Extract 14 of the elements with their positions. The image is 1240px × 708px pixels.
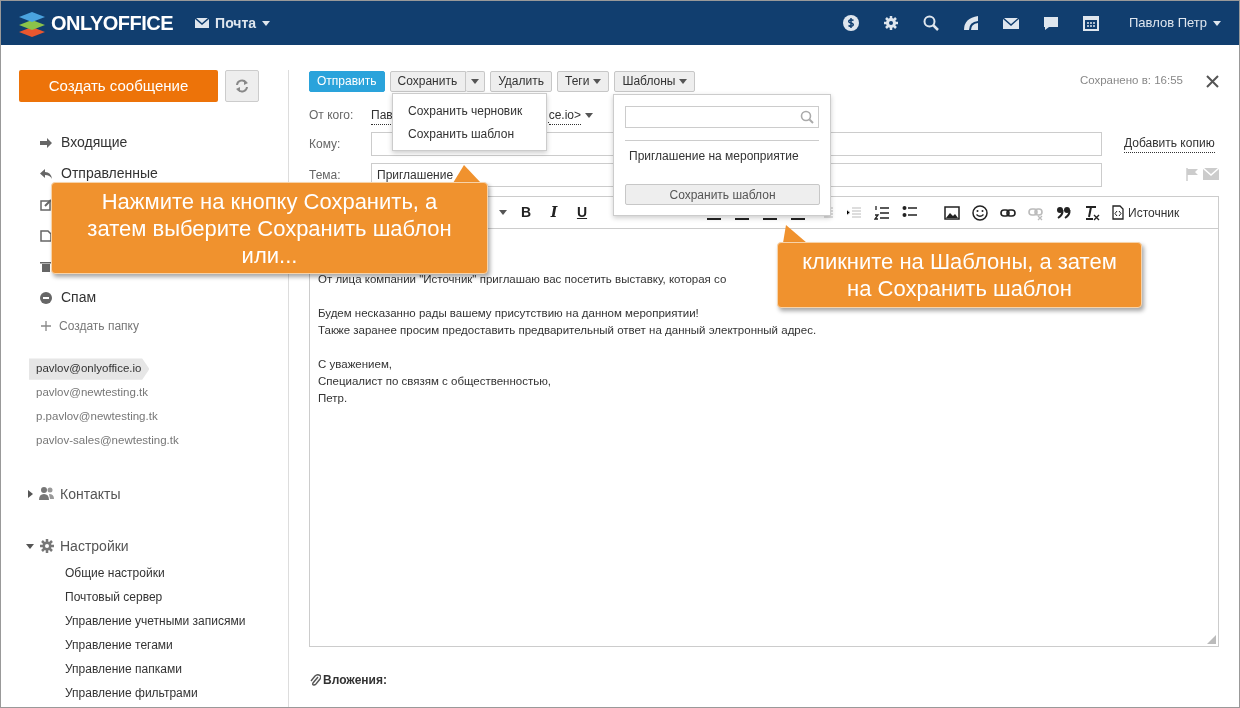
field-label: Кому: (309, 135, 342, 153)
saved-status: Сохранено в: 16:55 (1079, 73, 1183, 89)
body-text: От лица компании "Источник" приглашаю вас посетить выставку, которая со (318, 272, 727, 287)
body-text: Специалист по связям с общественностью, (318, 374, 552, 389)
body-text: Также заранее просим предоставить предварительный ответ на данный электронный адрес. (318, 323, 817, 338)
callout: кликните на Шаблоны, а затем на Сохранить шаблон (777, 242, 1142, 308)
body-text: Петр. (318, 391, 348, 406)
body-text: Будем несказанно рады вашему присутствию на данном мероприятии! (318, 306, 699, 321)
callout: Нажмите на кнопку Сохранить, а затем выберите Сохранить шаблон или... (51, 182, 488, 274)
field-label: Тема: (309, 166, 342, 184)
body-text: С уважением, (318, 357, 392, 372)
attachments-label: Вложения: (323, 672, 387, 689)
logo-text: ONLYOFFICE (51, 11, 174, 36)
field-label: От кого: (309, 107, 355, 124)
